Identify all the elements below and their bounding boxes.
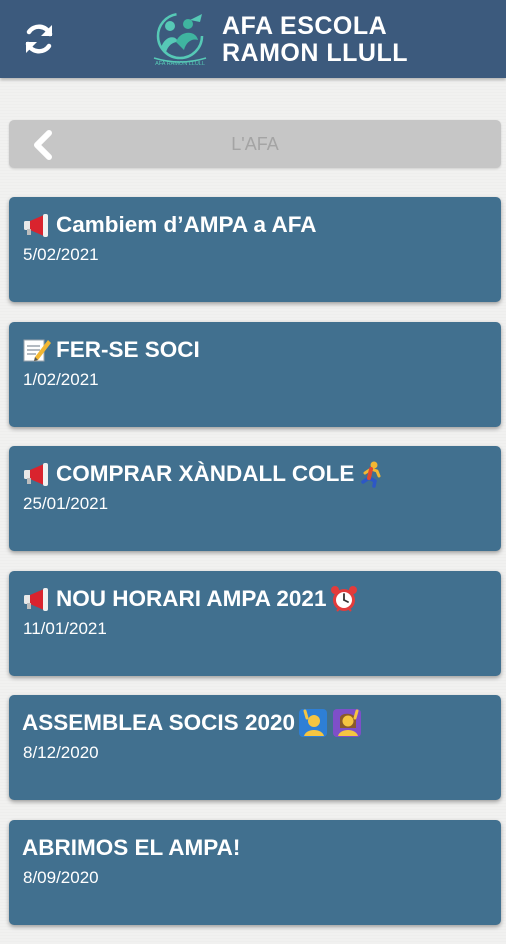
raising-hand-icon	[333, 709, 361, 737]
news-item[interactable]: ASSEMBLEA SOCIS 2020 8/12/2020	[9, 695, 501, 800]
news-date: 25/01/2021	[23, 494, 109, 513]
megaphone-icon	[24, 463, 48, 486]
school-logo: AFA RAMON LLULL	[153, 12, 207, 67]
megaphone-icon	[24, 214, 48, 237]
refresh-icon	[25, 24, 53, 54]
news-title-row: ABRIMOS EL AMPA!	[22, 832, 491, 864]
news-title-row: Cambiem d’AMPA a AFA	[22, 209, 491, 241]
news-date: 1/02/2021	[23, 369, 99, 389]
news-date: 8/09/2020	[23, 867, 99, 887]
app-title: AFA ESCOLA RAMON LLULL	[222, 13, 408, 67]
news-item[interactable]: ABRIMOS EL AMPA! 8/09/2020	[9, 819, 501, 925]
runner-icon	[361, 461, 381, 488]
brand: AFA RAMON LLULL AFA ESCOLA RAMON LLULL	[146, 10, 408, 70]
alarm-clock-icon	[331, 585, 358, 612]
section-title: L'AFA	[231, 134, 279, 154]
news-title-row: ASSEMBLEA SOCIS 2020	[22, 707, 491, 739]
memo-icon	[23, 339, 51, 361]
megaphone-icon	[24, 587, 48, 611]
news-title-row: FER-SE SOCI	[22, 334, 491, 366]
news-title: NOU HORARI AMPA 2021	[56, 585, 327, 611]
news-date: 8/12/2020	[23, 743, 99, 762]
news-list: Cambiem d’AMPA a AFA 5/02/2021 FER-SE SO…	[9, 197, 501, 944]
app-title-line1: AFA ESCOLA	[222, 12, 388, 40]
news-item[interactable]: NOU HORARI AMPA 2021 11/01/2021	[9, 570, 501, 676]
news-title: ASSEMBLEA SOCIS 2020	[22, 710, 295, 735]
raising-hand-icon	[299, 709, 327, 737]
svg-text:AFA RAMON LLULL: AFA RAMON LLULL	[155, 61, 205, 67]
news-title: FER-SE SOCI	[56, 336, 200, 362]
app-header: AFA RAMON LLULL AFA ESCOLA RAMON LLULL	[0, 0, 506, 78]
news-item[interactable]: FER-SE SOCI 1/02/2021	[9, 321, 501, 427]
refresh-button[interactable]	[18, 18, 60, 60]
news-title-row: COMPRAR XÀNDALL COLE	[22, 458, 491, 490]
news-date: 11/01/2021	[23, 618, 107, 638]
news-title-row: NOU HORARI AMPA 2021	[22, 583, 491, 615]
section-nav-bar: L'AFA	[9, 120, 501, 168]
news-item[interactable]: Cambiem d’AMPA a AFA 5/02/2021	[9, 197, 501, 302]
news-title: Cambiem d’AMPA a AFA	[56, 212, 317, 237]
news-item[interactable]: COMPRAR XÀNDALL COLE 25/01/2021	[9, 446, 501, 551]
app-title-line2: RAMON LLULL	[222, 39, 409, 67]
news-title: ABRIMOS EL AMPA!	[22, 834, 241, 860]
news-date: 5/02/2021	[23, 245, 99, 264]
news-title: COMPRAR XÀNDALL COLE	[56, 461, 355, 486]
